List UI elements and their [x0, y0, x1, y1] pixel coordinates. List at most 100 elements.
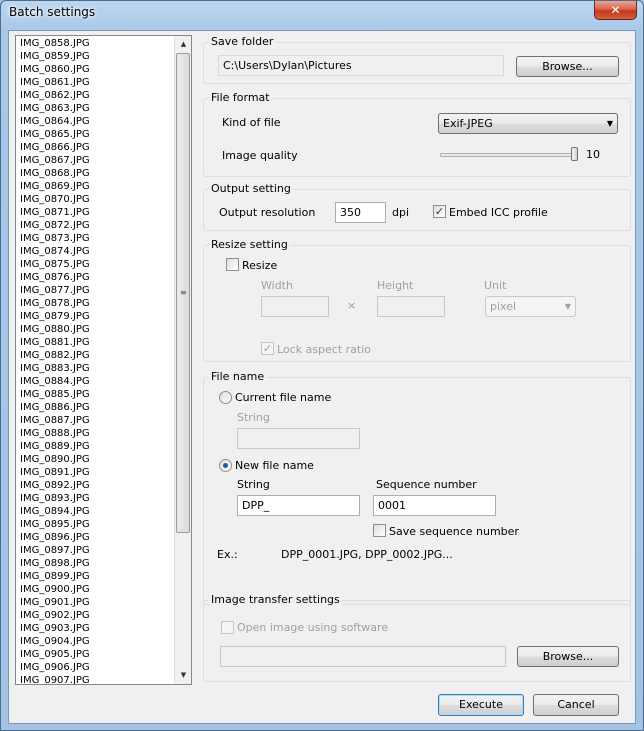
current-file-name-radio[interactable]: [219, 391, 232, 404]
resize-setting-group: Resize setting Resize Width Height Unit …: [203, 238, 631, 362]
file-list-item[interactable]: IMG_0889.JPG: [20, 440, 170, 453]
file-list-item[interactable]: IMG_0902.JPG: [20, 609, 170, 622]
file-list-item[interactable]: IMG_0882.JPG: [20, 349, 170, 362]
file-name-title: File name: [209, 370, 267, 383]
height-input[interactable]: [377, 296, 445, 317]
save-sequence-number-checkbox[interactable]: [373, 524, 386, 537]
file-list-item[interactable]: IMG_0862.JPG: [20, 89, 170, 102]
resize-checkbox[interactable]: [226, 258, 239, 271]
sequence-number-label: Sequence number: [376, 478, 477, 491]
software-path-input[interactable]: [220, 646, 506, 667]
open-image-checkbox[interactable]: [221, 621, 234, 634]
file-list-item[interactable]: IMG_0905.JPG: [20, 648, 170, 661]
file-list-item[interactable]: IMG_0897.JPG: [20, 544, 170, 557]
file-list-item[interactable]: IMG_0865.JPG: [20, 128, 170, 141]
file-list-item[interactable]: IMG_0885.JPG: [20, 388, 170, 401]
file-list-item[interactable]: IMG_0895.JPG: [20, 518, 170, 531]
file-list-item[interactable]: IMG_0886.JPG: [20, 401, 170, 414]
current-string-input[interactable]: [237, 428, 360, 449]
kind-of-file-select[interactable]: Exif-JPEG ▼: [438, 113, 618, 134]
file-list-item[interactable]: IMG_0872.JPG: [20, 219, 170, 232]
save-sequence-number-label: Save sequence number: [389, 525, 519, 538]
file-list-item[interactable]: IMG_0864.JPG: [20, 115, 170, 128]
file-list-item[interactable]: IMG_0871.JPG: [20, 206, 170, 219]
file-list-item[interactable]: IMG_0866.JPG: [20, 141, 170, 154]
file-list-item[interactable]: IMG_0904.JPG: [20, 635, 170, 648]
file-list-item[interactable]: IMG_0887.JPG: [20, 414, 170, 427]
file-list-item[interactable]: IMG_0873.JPG: [20, 232, 170, 245]
file-list-item[interactable]: IMG_0888.JPG: [20, 427, 170, 440]
file-list[interactable]: IMG_0858.JPG IMG_0859.JPG IMG_0860.JPG IMG_…: [15, 35, 192, 685]
unit-value: pixel: [490, 300, 517, 313]
output-resolution-input[interactable]: 350: [335, 202, 386, 223]
file-list-item[interactable]: IMG_0881.JPG: [20, 336, 170, 349]
file-list-item[interactable]: IMG_0876.JPG: [20, 271, 170, 284]
file-list-item[interactable]: IMG_0893.JPG: [20, 492, 170, 505]
file-list-item[interactable]: IMG_0869.JPG: [20, 180, 170, 193]
file-list-item[interactable]: IMG_0877.JPG: [20, 284, 170, 297]
lock-aspect-ratio-checkbox[interactable]: ✓: [261, 342, 274, 355]
file-list-item[interactable]: IMG_0878.JPG: [20, 297, 170, 310]
sequence-number-input[interactable]: 0001: [373, 495, 496, 516]
file-list-item[interactable]: IMG_0896.JPG: [20, 531, 170, 544]
file-name-group: File name Current file name String New f…: [203, 370, 631, 605]
file-list-item[interactable]: IMG_0861.JPG: [20, 76, 170, 89]
save-folder-group: Save folder C:\Users\Dylan\Pictures Brow…: [203, 35, 631, 84]
close-button[interactable]: ✕: [594, 1, 637, 20]
file-list-item[interactable]: IMG_0906.JPG: [20, 661, 170, 674]
transfer-browse-button[interactable]: Browse...: [517, 646, 619, 667]
embed-icc-checkbox[interactable]: ✓: [433, 205, 446, 218]
new-string-input[interactable]: DPP_: [237, 495, 360, 516]
width-input[interactable]: [261, 296, 329, 317]
scroll-up-icon[interactable]: ▲: [175, 36, 191, 53]
file-list-item[interactable]: IMG_0870.JPG: [20, 193, 170, 206]
resize-label: Resize: [242, 259, 278, 272]
times-icon: ×: [347, 299, 357, 312]
output-resolution-label: Output resolution: [219, 206, 316, 219]
current-file-name-label: Current file name: [235, 391, 332, 404]
file-list-item[interactable]: IMG_0898.JPG: [20, 557, 170, 570]
cancel-button[interactable]: Cancel: [533, 694, 619, 716]
batch-settings-window: Batch settings ✕ IMG_0858.JPG IMG_0859.JP…: [0, 0, 644, 731]
lock-aspect-ratio-label: Lock aspect ratio: [277, 343, 372, 356]
file-list-item[interactable]: IMG_0860.JPG: [20, 63, 170, 76]
file-list-item[interactable]: IMG_0884.JPG: [20, 375, 170, 388]
file-list-item[interactable]: IMG_0863.JPG: [20, 102, 170, 115]
file-list-item[interactable]: IMG_0899.JPG: [20, 570, 170, 583]
file-list-scrollbar[interactable]: ▲ ≡ ▼: [174, 36, 191, 684]
resize-setting-title: Resize setting: [209, 238, 290, 251]
file-list-item[interactable]: IMG_0894.JPG: [20, 505, 170, 518]
file-list-item[interactable]: IMG_0883.JPG: [20, 362, 170, 375]
file-list-item[interactable]: IMG_0867.JPG: [20, 154, 170, 167]
file-list-item[interactable]: IMG_0900.JPG: [20, 583, 170, 596]
scroll-down-icon[interactable]: ▼: [175, 667, 191, 684]
file-list-item[interactable]: IMG_0868.JPG: [20, 167, 170, 180]
width-label: Width: [261, 279, 293, 292]
file-list-item[interactable]: IMG_0875.JPG: [20, 258, 170, 271]
image-quality-slider[interactable]: [440, 153, 578, 157]
file-list-item[interactable]: IMG_0879.JPG: [20, 310, 170, 323]
file-list-item[interactable]: IMG_0901.JPG: [20, 596, 170, 609]
title-bar[interactable]: Batch settings ✕: [1, 1, 643, 27]
file-list-item[interactable]: IMG_0907.JPG: [20, 674, 170, 684]
embed-icc-label: Embed ICC profile: [449, 206, 548, 219]
image-quality-slider-thumb[interactable]: [571, 147, 578, 161]
file-list-item[interactable]: IMG_0891.JPG: [20, 466, 170, 479]
file-list-item[interactable]: IMG_0892.JPG: [20, 479, 170, 492]
image-quality-label: Image quality: [222, 149, 298, 162]
file-list-item[interactable]: IMG_0859.JPG: [20, 50, 170, 63]
execute-button[interactable]: Execute: [438, 694, 524, 716]
checkmark-icon: ✓: [262, 342, 273, 355]
scroll-thumb[interactable]: ≡: [176, 53, 190, 533]
save-folder-browse-button[interactable]: Browse...: [516, 56, 619, 77]
file-list-item[interactable]: IMG_0890.JPG: [20, 453, 170, 466]
current-string-label: String: [237, 411, 270, 424]
new-file-name-radio[interactable]: [219, 459, 232, 472]
file-list-item[interactable]: IMG_0874.JPG: [20, 245, 170, 258]
unit-select[interactable]: pixel ▼: [485, 296, 576, 317]
file-list-item[interactable]: IMG_0858.JPG: [20, 37, 170, 50]
image-transfer-title: Image transfer settings: [209, 593, 342, 606]
file-list-item[interactable]: IMG_0903.JPG: [20, 622, 170, 635]
file-list-item[interactable]: IMG_0880.JPG: [20, 323, 170, 336]
chevron-down-icon: ▼: [606, 119, 613, 128]
